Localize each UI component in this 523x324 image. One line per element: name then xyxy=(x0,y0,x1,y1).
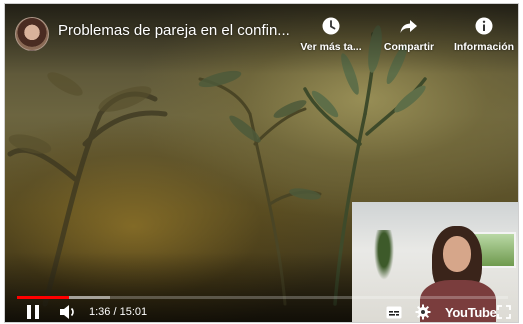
info-button[interactable]: Información xyxy=(444,16,518,53)
volume-icon xyxy=(60,305,74,319)
pause-icon xyxy=(27,305,39,319)
video-title[interactable]: Problemas de pareja en el confin... xyxy=(58,22,298,39)
channel-avatar[interactable] xyxy=(15,17,49,51)
played-indicator xyxy=(17,296,70,299)
settings-button[interactable] xyxy=(415,304,431,322)
subtitles-button[interactable] xyxy=(386,306,402,322)
watch-later-button[interactable]: Ver más ta... xyxy=(291,16,371,53)
youtube-logo[interactable]: YouTube xyxy=(445,305,497,320)
progress-bar[interactable] xyxy=(17,296,508,299)
subtitles-icon xyxy=(386,306,402,319)
time-display: 1:36 / 15:01 xyxy=(89,306,148,318)
clock-icon xyxy=(291,16,371,36)
watch-later-label: Ver más ta... xyxy=(300,41,362,53)
info-label: Información xyxy=(453,41,515,53)
pause-button[interactable] xyxy=(25,304,41,322)
video-player[interactable]: Problemas de pareja en el confin... Ver … xyxy=(4,3,519,323)
fullscreen-icon xyxy=(497,305,511,319)
share-icon xyxy=(369,16,449,36)
info-icon xyxy=(444,16,518,36)
fullscreen-button[interactable] xyxy=(497,305,511,322)
share-button[interactable]: Compartir xyxy=(369,16,449,53)
share-label: Compartir xyxy=(383,41,435,53)
gear-icon xyxy=(415,304,431,320)
volume-button[interactable] xyxy=(59,304,77,322)
